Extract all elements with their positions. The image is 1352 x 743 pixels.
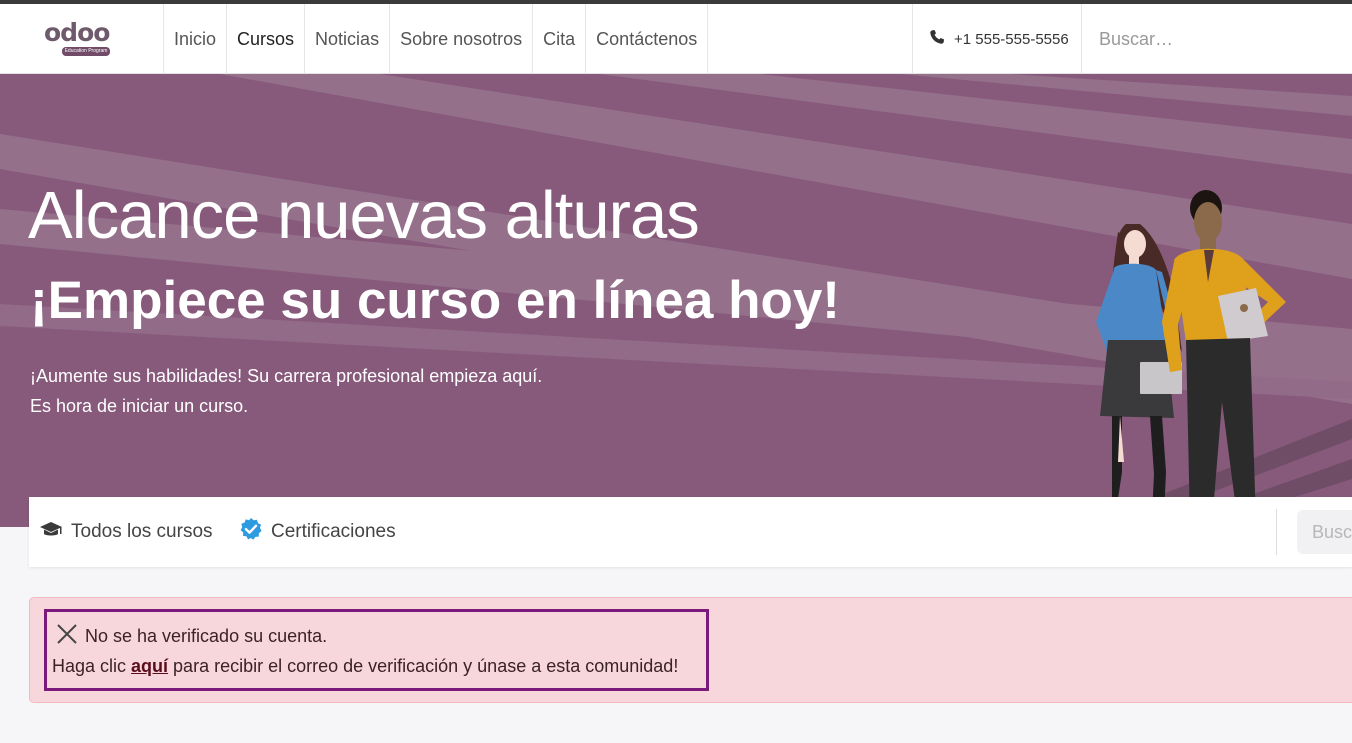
nav-item-contactenos[interactable]: Contáctenos: [585, 4, 709, 74]
phone-number: +1 555-555-5556: [954, 30, 1069, 48]
alert-message: No se ha verificado su cuenta.: [85, 626, 328, 646]
hero-subtitle: ¡Empiece su curso en línea hoy!: [30, 271, 840, 330]
nav-item-cita[interactable]: Cita: [532, 4, 585, 74]
nav-item-inicio[interactable]: Inicio: [163, 4, 226, 74]
logo-subtitle: Education Program: [62, 47, 110, 56]
hero-description-line1: ¡Aumente sus habilidades! Su carrera pro…: [30, 366, 543, 386]
hero-description-line2: Es hora de iniciar un curso.: [30, 396, 249, 416]
main-navbar: odoo Education Program Inicio Cursos Not…: [0, 4, 1352, 74]
verification-alert-highlight: No se ha verificado su cuenta. Haga clic…: [44, 609, 709, 691]
subnav-divider: [1276, 509, 1277, 555]
alert-suffix: para recibir el correo de verificación y…: [168, 656, 679, 676]
verification-alert: No se ha verificado su cuenta. Haga clic…: [29, 597, 1352, 703]
phone-icon: [929, 29, 945, 49]
logo-text: odoo: [44, 18, 110, 47]
certifications-tab[interactable]: Certificaciones: [239, 497, 396, 567]
nav-item-sobre-nosotros[interactable]: Sobre nosotros: [389, 4, 532, 74]
odoo-logo[interactable]: odoo Education Program: [40, 18, 120, 60]
graduation-cap-icon: [39, 520, 63, 544]
all-courses-label: Todos los cursos: [71, 521, 213, 542]
hero-people-illustration: [1096, 190, 1286, 524]
all-courses-tab[interactable]: Todos los cursos: [39, 497, 213, 567]
nav-menu: Inicio Cursos Noticias Sobre nosotros Ci…: [163, 4, 709, 74]
verification-link[interactable]: aquí: [131, 656, 168, 676]
hero-title: Alcance nuevas alturas: [28, 178, 700, 253]
close-icon[interactable]: [56, 623, 78, 650]
verified-check-icon: [239, 517, 263, 547]
courses-subnav: Todos los cursos Certificaciones: [29, 497, 1352, 567]
nav-search-input[interactable]: [1083, 4, 1352, 74]
nav-item-cursos[interactable]: Cursos: [226, 4, 304, 74]
certifications-label: Certificaciones: [271, 521, 396, 542]
alert-prefix: Haga clic: [52, 656, 132, 676]
nav-item-noticias[interactable]: Noticias: [304, 4, 389, 74]
phone-contact[interactable]: +1 555-555-5556: [912, 4, 1082, 74]
hero-banner: Alcance nuevas alturas ¡Empiece su curso…: [0, 74, 1352, 527]
alert-instruction: Haga clic aquí para recibir el correo de…: [52, 656, 678, 677]
courses-search-input[interactable]: [1297, 510, 1352, 554]
